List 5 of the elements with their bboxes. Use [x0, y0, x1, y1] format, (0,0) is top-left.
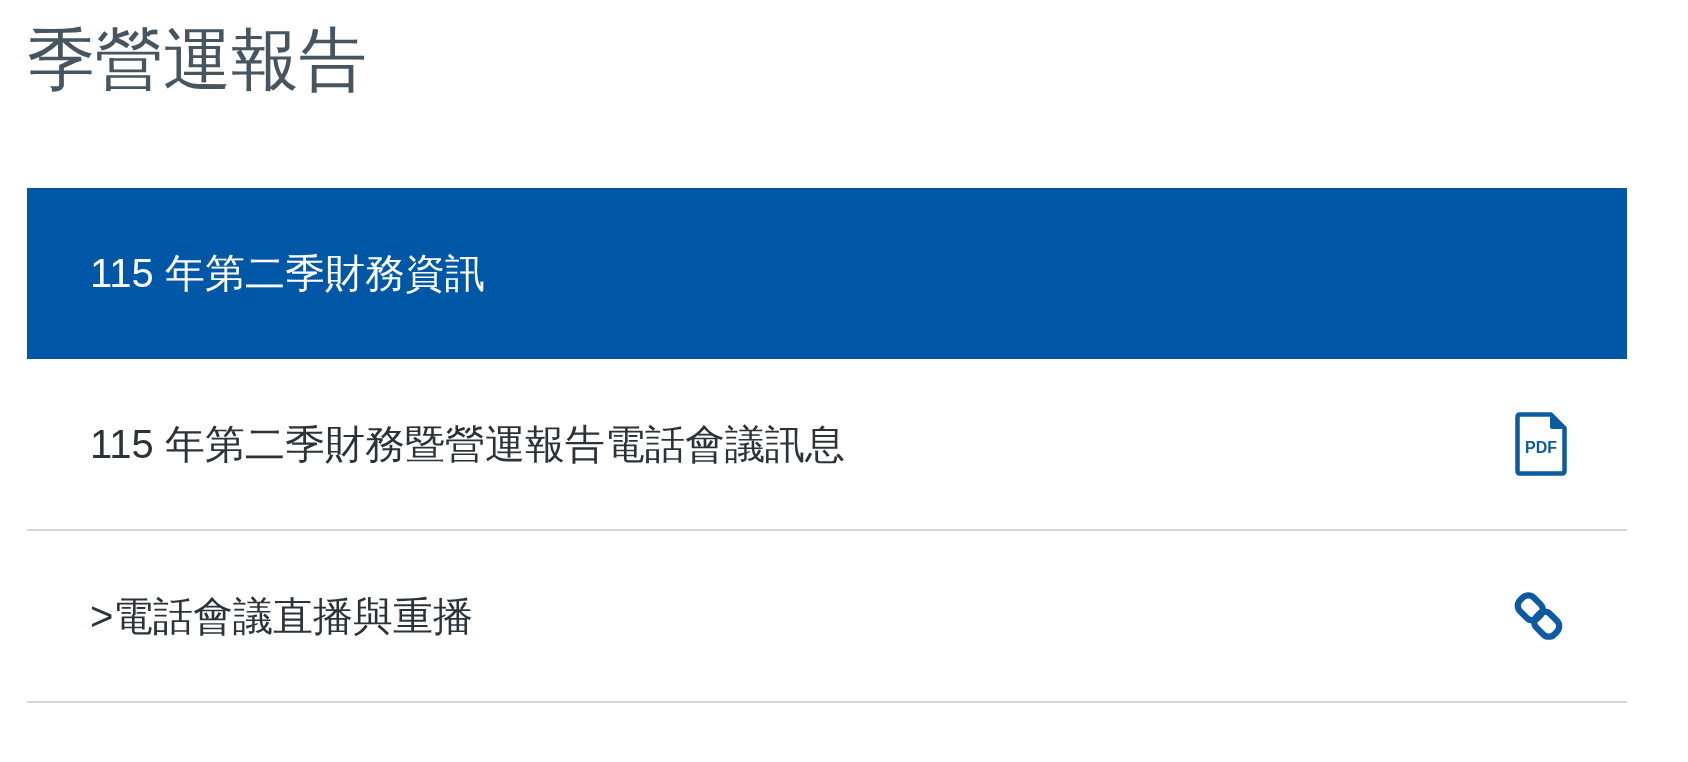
pdf-file-icon: PDF	[1515, 412, 1567, 476]
accordion-header[interactable]: 115 年第二季財務資訊	[27, 188, 1627, 359]
page-title: 季營運報告	[27, 20, 368, 99]
report-link[interactable]: >電話會議直播與重播	[90, 588, 474, 644]
report-link[interactable]: 115 年第二季財務暨營運報告電話會議訊息	[90, 416, 845, 472]
